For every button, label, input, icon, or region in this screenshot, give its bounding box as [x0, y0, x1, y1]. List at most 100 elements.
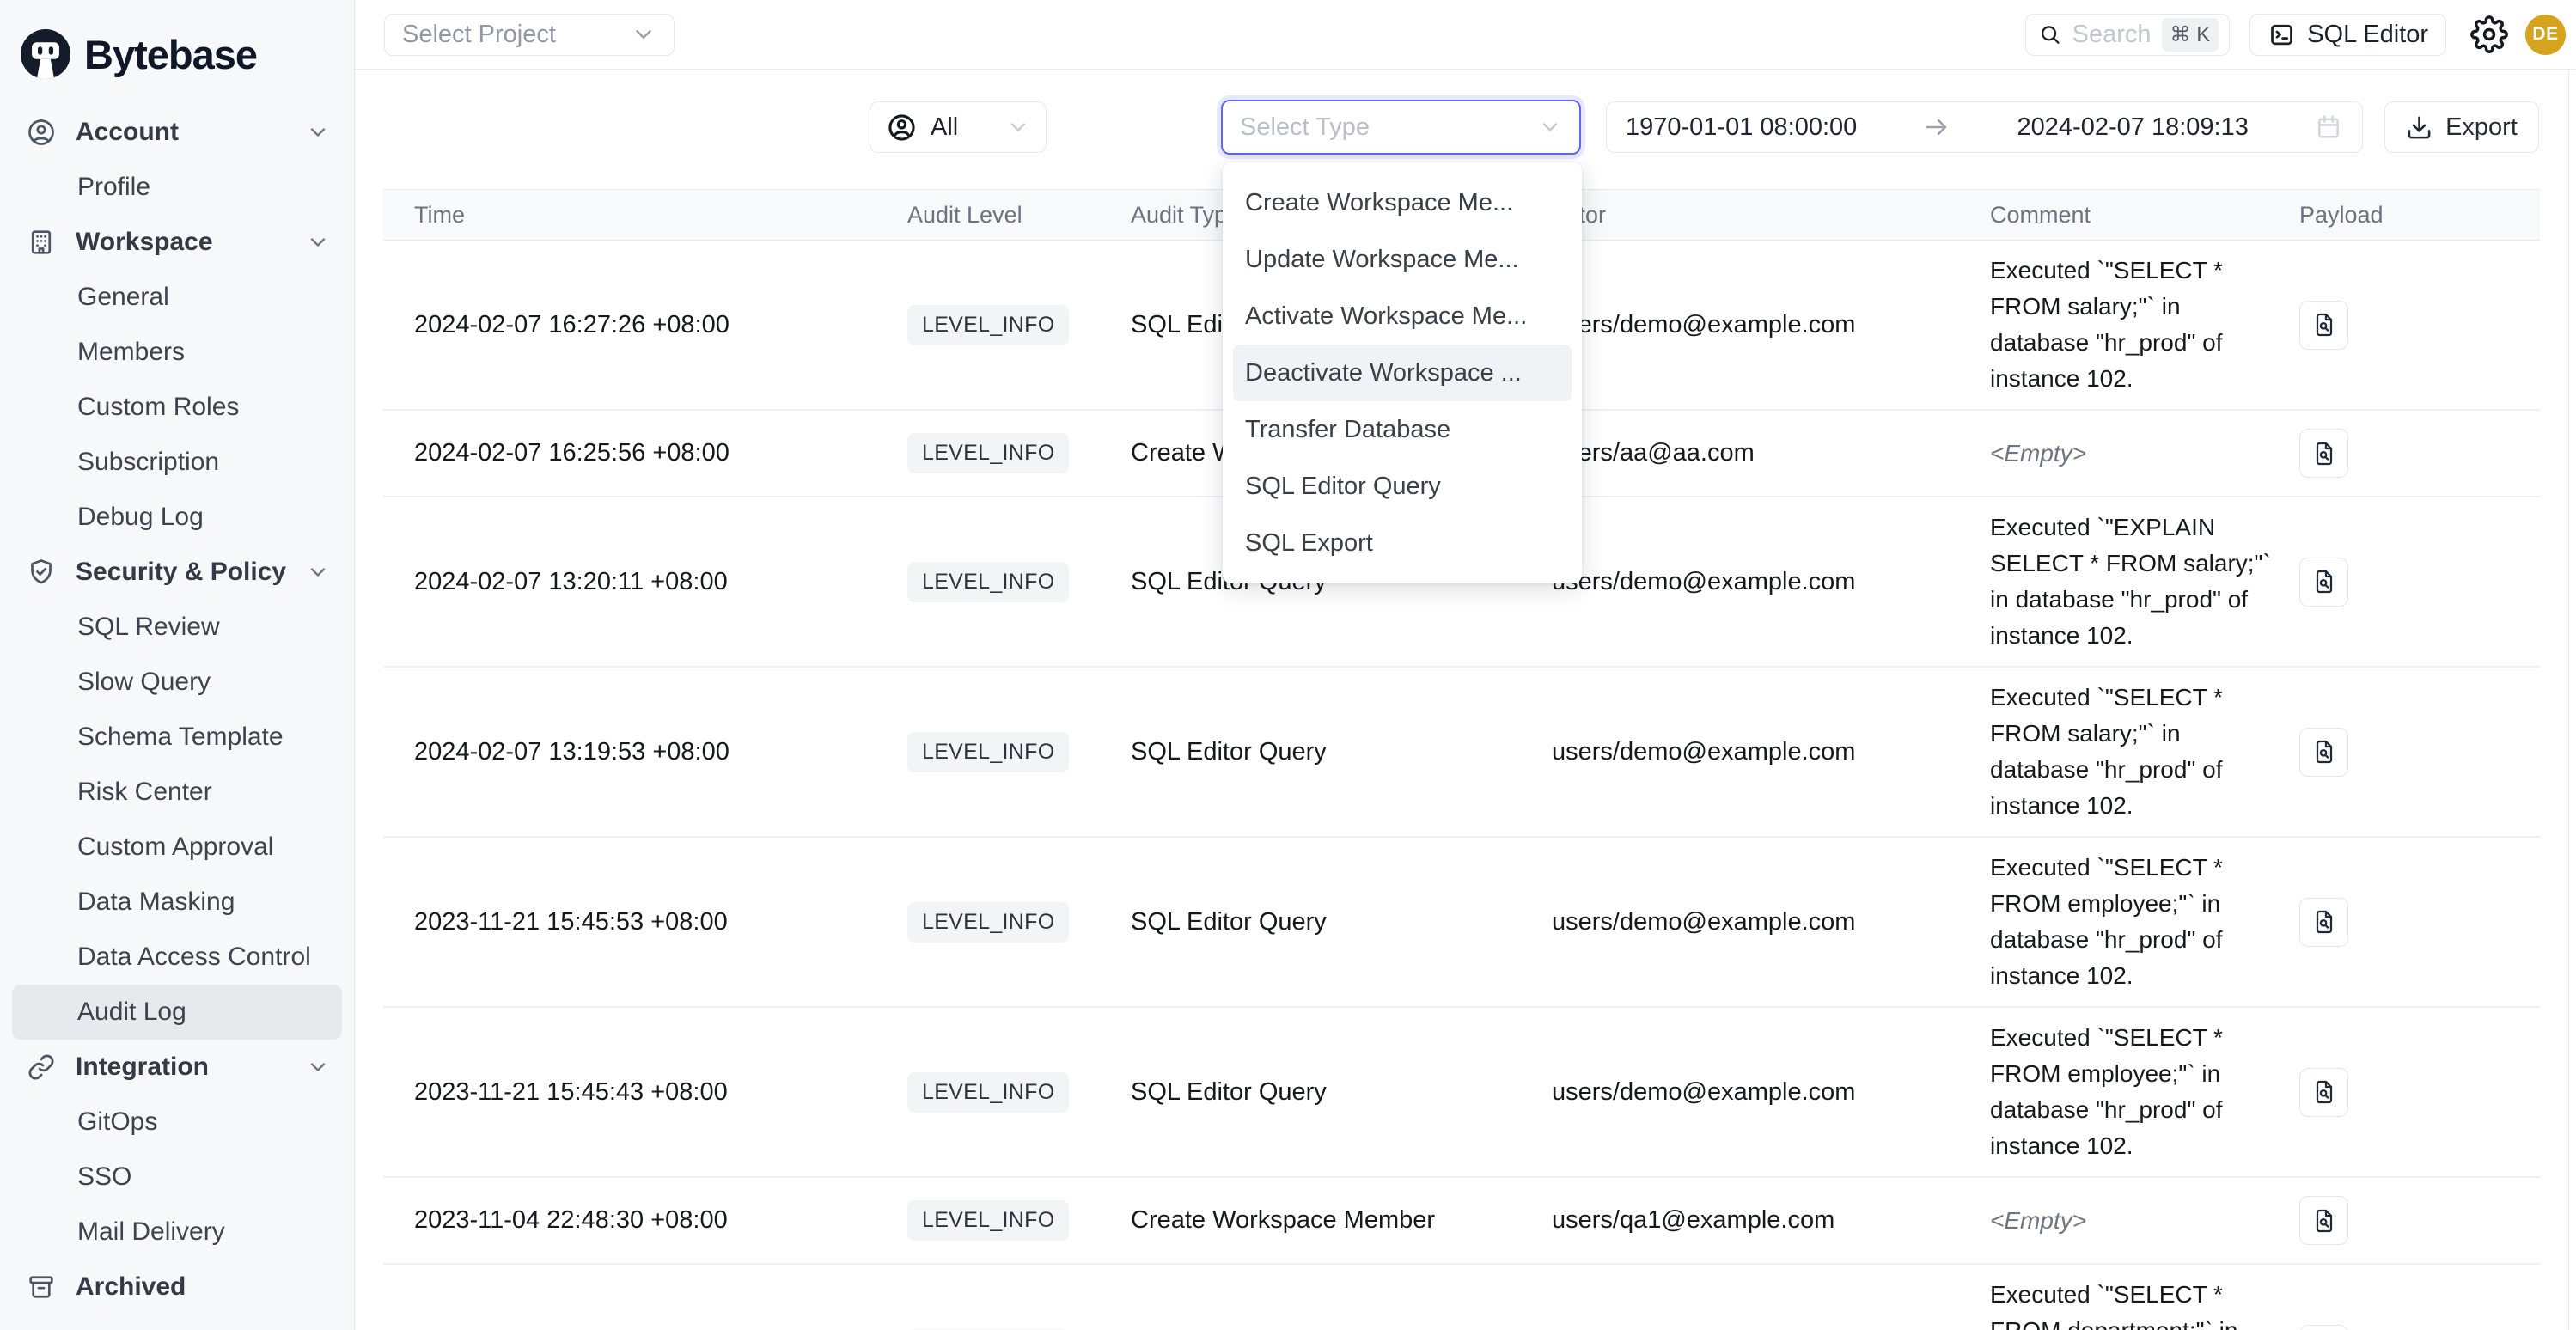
sidebar-item-gitops[interactable]: GitOps	[12, 1095, 342, 1150]
cell-actor: users/aa@aa.com	[1538, 439, 1976, 467]
sidebar-group-label: Archived	[76, 1272, 186, 1302]
sidebar-group-archived[interactable]: Archived	[12, 1260, 342, 1315]
payload-view-button[interactable]	[2299, 898, 2348, 947]
sidebar-group-workspace[interactable]: Workspace	[12, 215, 342, 270]
user-avatar[interactable]: DE	[2525, 15, 2566, 55]
date-range-picker[interactable]: 1970-01-01 08:00:00 2024-02-07 18:09:13	[1606, 101, 2363, 153]
cell-comment: <Empty>	[1976, 1191, 2286, 1251]
project-select[interactable]: Select Project	[384, 14, 675, 56]
cell-comment: Executed `"SELECT * FROM salary;"` in da…	[1976, 668, 2286, 836]
cell-payload	[2286, 1325, 2540, 1330]
sidebar-group-integration[interactable]: Integration	[12, 1040, 342, 1095]
chevron-down-icon	[1006, 115, 1030, 139]
sidebar: Bytebase AccountProfileWorkspaceGeneralM…	[0, 0, 355, 1330]
sidebar-item-custom-approval[interactable]: Custom Approval	[12, 820, 342, 875]
type-filter-placeholder: Select Type	[1240, 113, 1370, 142]
audit-level-badge: LEVEL_INFO	[907, 902, 1069, 943]
dropdown-option-update-workspace-me[interactable]: Update Workspace Me...	[1223, 231, 1582, 288]
cell-audit-level: LEVEL_INFO	[894, 305, 1117, 345]
cell-audit-type: SQL Editor Query	[1117, 1078, 1538, 1107]
dropdown-option-deactivate-workspace[interactable]: Deactivate Workspace ...	[1233, 345, 1572, 401]
chevron-down-icon	[306, 120, 330, 144]
cell-actor: users/demo@example.com	[1538, 1078, 1976, 1107]
table-row: 2023-11-21 15:45:53 +08:00 LEVEL_INFO SQL …	[383, 838, 2540, 1008]
cell-actor: users/demo@example.com	[1538, 738, 1976, 766]
cell-audit-type: Create Workspace Member	[1117, 1206, 1538, 1235]
file-search-icon	[2310, 908, 2338, 936]
sidebar-item-audit-log[interactable]: Audit Log	[12, 985, 342, 1040]
table-row: 2023-11-04 22:48:30 +08:00LEVEL_INFOCrea…	[383, 1178, 2540, 1265]
column-header-time: Time	[383, 202, 894, 229]
sidebar-group-account[interactable]: Account	[12, 105, 342, 160]
sql-editor-label: SQL Editor	[2307, 21, 2428, 49]
cell-time: 2024-02-07 13:20:11 +08:00	[383, 568, 894, 596]
topbar: Select Project Search ⌘ K SQL Editor DE	[355, 0, 2576, 70]
cell-time: 2024-02-07 16:25:56 +08:00	[383, 439, 894, 467]
file-search-icon	[2310, 311, 2338, 339]
type-filter-select[interactable]: Select Type	[1221, 100, 1581, 155]
cell-audit-type: SQL Editor Query	[1117, 908, 1538, 936]
cell-time: 2023-11-21 15:45:53 +08:00	[383, 908, 894, 936]
file-search-icon	[2310, 1207, 2338, 1235]
dropdown-option-sql-editor-query[interactable]: SQL Editor Query	[1223, 458, 1582, 515]
cell-audit-level: LEVEL_INFO	[894, 902, 1117, 943]
payload-view-button[interactable]	[2299, 728, 2348, 777]
sidebar-item-mail-delivery[interactable]: Mail Delivery	[12, 1205, 342, 1260]
sidebar-item-data-masking[interactable]: Data Masking	[12, 875, 342, 930]
sidebar-item-sso[interactable]: SSO	[12, 1150, 342, 1205]
column-header-payload: Payload	[2286, 202, 2540, 229]
cell-comment: Executed `"SELECT * FROM employee;"` in …	[1976, 1008, 2286, 1176]
file-search-icon	[2310, 568, 2338, 595]
type-dropdown-menu: Create Workspace Me...Update Workspace M…	[1223, 162, 1582, 583]
cell-payload	[2286, 1196, 2540, 1245]
sidebar-item-profile[interactable]: Profile	[12, 160, 342, 215]
sidebar-item-schema-template[interactable]: Schema Template	[12, 710, 342, 765]
bytebase-logo[interactable]: Bytebase	[0, 0, 354, 89]
search-icon	[2038, 21, 2061, 47]
sidebar-item-subscription[interactable]: Subscription	[12, 435, 342, 490]
search-placeholder: Search	[2072, 21, 2152, 49]
export-button[interactable]: Export	[2384, 101, 2539, 153]
table-row: 2023-11-21 15:45:43 +08:00LEVEL_INFOSQL …	[383, 1008, 2540, 1178]
payload-view-button[interactable]	[2299, 301, 2348, 350]
cell-audit-level: LEVEL_INFO	[894, 562, 1117, 602]
sidebar-item-sql-review[interactable]: SQL Review	[12, 600, 342, 655]
sidebar-item-general[interactable]: General	[12, 270, 342, 325]
payload-view-button[interactable]	[2299, 558, 2348, 607]
sidebar-item-debug-log[interactable]: Debug Log	[12, 490, 342, 545]
sidebar-item-data-access-control[interactable]: Data Access Control	[12, 930, 342, 985]
search-input[interactable]: Search ⌘ K	[2025, 14, 2230, 56]
cell-payload	[2286, 728, 2540, 777]
sidebar-group-label: Security & Policy	[76, 558, 286, 587]
dropdown-option-activate-workspace-me[interactable]: Activate Workspace Me...	[1223, 288, 1582, 345]
payload-view-button[interactable]	[2299, 1196, 2348, 1245]
cell-actor: users/demo@example.com	[1538, 908, 1976, 936]
cell-comment: Executed `"EXPLAIN SELECT * FROM salary;…	[1976, 497, 2286, 666]
audit-level-badge: LEVEL_INFO	[907, 732, 1069, 772]
bytebase-mascot-icon	[21, 29, 70, 79]
scrollbar-gutter[interactable]	[2568, 70, 2576, 1330]
sql-editor-button[interactable]: SQL Editor	[2249, 14, 2446, 56]
link-icon	[26, 1052, 57, 1083]
chevron-down-icon	[306, 1055, 330, 1079]
actor-filter-select[interactable]: All	[870, 101, 1047, 153]
cell-audit-level: LEVEL_INFO	[894, 732, 1117, 772]
actor-filter-value: All	[931, 113, 958, 142]
payload-view-button[interactable]	[2299, 1068, 2348, 1117]
sidebar-item-members[interactable]: Members	[12, 325, 342, 380]
dropdown-option-create-workspace-me[interactable]: Create Workspace Me...	[1223, 174, 1582, 231]
cell-actor: users/demo@example.com	[1538, 311, 1976, 339]
terminal-icon	[2268, 21, 2296, 49]
dropdown-option-transfer-database[interactable]: Transfer Database	[1223, 401, 1582, 458]
audit-level-badge: LEVEL_INFO	[907, 562, 1069, 602]
sidebar-item-slow-query[interactable]: Slow Query	[12, 655, 342, 710]
sidebar-group-security-policy[interactable]: Security & Policy	[12, 545, 342, 600]
dropdown-option-sql-export[interactable]: SQL Export	[1223, 515, 1582, 571]
file-search-icon	[2310, 738, 2338, 766]
payload-view-button[interactable]	[2299, 429, 2348, 478]
payload-view-button[interactable]	[2299, 1325, 2348, 1330]
settings-gear-button[interactable]	[2470, 15, 2508, 53]
sidebar-item-risk-center[interactable]: Risk Center	[12, 765, 342, 820]
table-row: 2023-11-04 21:26:24 +08:00LEVEL_INFOSQL …	[383, 1265, 2540, 1330]
sidebar-item-custom-roles[interactable]: Custom Roles	[12, 380, 342, 435]
